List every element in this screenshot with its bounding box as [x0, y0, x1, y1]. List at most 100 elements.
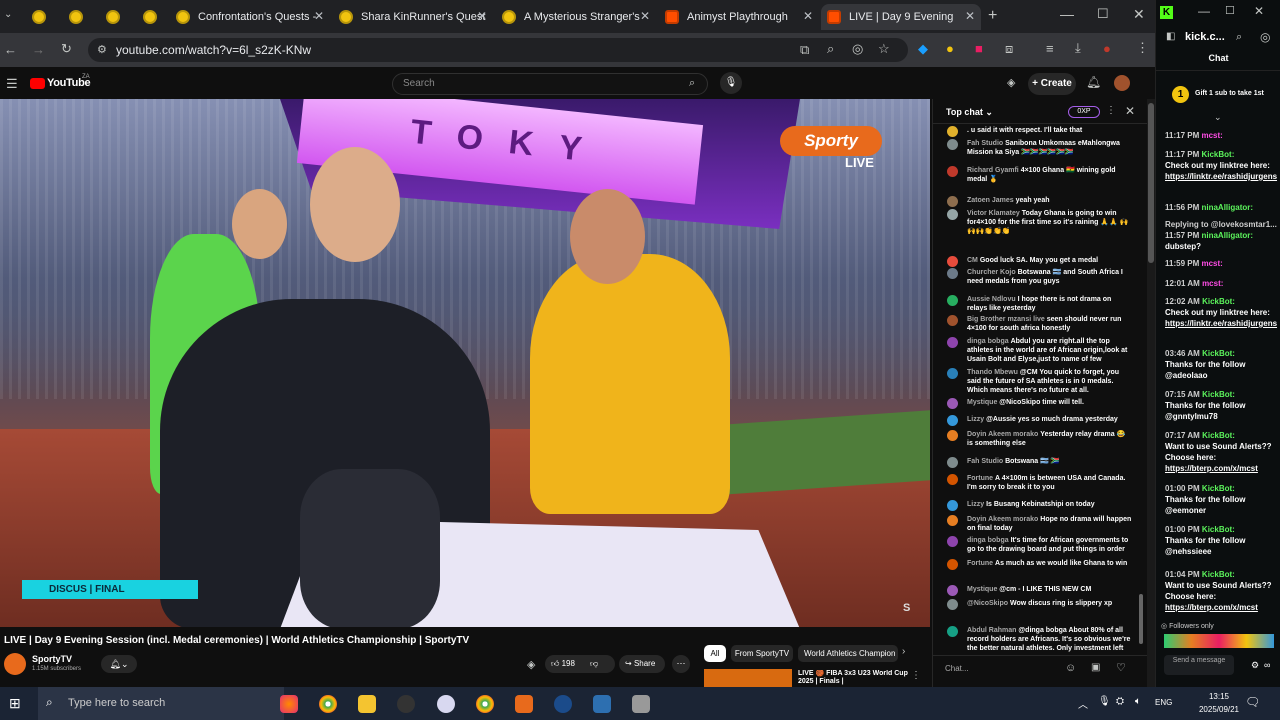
chat-author-name[interactable]: Doyin Akeem morako: [967, 431, 1038, 438]
tab-mysterious-stranger[interactable]: A Mysterious Stranger's ✕: [496, 4, 656, 30]
new-tab-icon[interactable]: +: [988, 7, 997, 25]
chat-author-name[interactable]: Fah Studio: [967, 458, 1003, 465]
zoom-icon[interactable]: ⌕: [1236, 31, 1242, 44]
eye-off-icon[interactable]: ◎: [1260, 30, 1270, 44]
filter-chip-sportytv[interactable]: From SportyTV: [731, 645, 793, 662]
video-player[interactable]: TOKY Sporty LIVE DISCUS | FINAL S: [0, 99, 930, 627]
maximize-icon[interactable]: ☐: [1225, 4, 1235, 17]
filter-chip-world-athletics[interactable]: World Athletics Champion: [798, 645, 898, 662]
file-explorer-icon[interactable]: [358, 695, 376, 713]
site-info-icon[interactable]: ⚙: [97, 38, 107, 62]
emote-bar[interactable]: [1164, 634, 1274, 648]
bookmark-star-icon[interactable]: ☆: [878, 41, 890, 57]
close-tab-icon[interactable]: ✕: [803, 9, 813, 23]
suggested-thumbnail[interactable]: [704, 669, 792, 687]
close-tab-icon[interactable]: ✕: [965, 9, 975, 23]
chat-author-avatar[interactable]: [947, 559, 958, 570]
hamburger-menu-icon[interactable]: ☰: [6, 76, 18, 92]
suggested-more-icon[interactable]: ⋮: [911, 670, 921, 681]
tab-confrontation-quests[interactable]: Confrontation's Quests - ✕: [170, 4, 330, 30]
chat-author-name[interactable]: Richard Gyamfi: [967, 167, 1019, 174]
chat-author-avatar[interactable]: [947, 268, 958, 279]
chat-author-avatar[interactable]: [947, 337, 958, 348]
chat-author-avatar[interactable]: [947, 315, 958, 326]
tabs-icon[interactable]: ◧: [1166, 31, 1175, 42]
app-icon[interactable]: [632, 695, 650, 713]
tab-3[interactable]: [100, 4, 136, 30]
super-chat-icon[interactable]: ▣: [1091, 662, 1100, 673]
youtube-logo-icon[interactable]: [30, 78, 45, 89]
suggested-video-title[interactable]: LIVE 🏀 FIBA 3x3 U23 World Cup 2025 | Fin…: [798, 670, 908, 686]
kick-username[interactable]: KickBot:: [1201, 150, 1234, 159]
kick-username[interactable]: ninaAlligator:: [1201, 203, 1253, 212]
kick-url[interactable]: kick.c...: [1185, 31, 1225, 43]
tag-icon[interactable]: ◈: [1007, 76, 1015, 89]
chat-author-avatar[interactable]: [947, 196, 958, 207]
kick-username[interactable]: ninaAlligator:: [1201, 231, 1253, 240]
close-tab-icon[interactable]: ✕: [477, 9, 487, 23]
app-icon[interactable]: [437, 695, 455, 713]
tab-1[interactable]: [26, 4, 62, 30]
chat-author-name[interactable]: Fortune: [967, 560, 993, 567]
profile-icon[interactable]: ●: [1103, 41, 1111, 56]
avatar[interactable]: [1114, 75, 1130, 91]
chat-author-name[interactable]: Churcher Kojo: [967, 269, 1016, 276]
kick-username[interactable]: KickBot:: [1202, 349, 1235, 358]
windows-start-icon[interactable]: ⊞: [9, 695, 21, 712]
chat-author-avatar[interactable]: [947, 209, 958, 220]
chat-author-avatar[interactable]: [947, 515, 958, 526]
close-window-icon[interactable]: ✕: [1133, 6, 1145, 23]
chat-author-name[interactable]: Fah Studio: [967, 140, 1003, 147]
chat-author-name[interactable]: Big Brother mzansi live: [967, 316, 1045, 323]
chrome-icon[interactable]: [476, 695, 494, 713]
chat-author-name[interactable]: dinga bobga: [967, 338, 1009, 345]
chrome-icon[interactable]: [319, 695, 337, 713]
chat-author-avatar[interactable]: [947, 585, 958, 596]
chat-author-avatar[interactable]: [947, 139, 958, 150]
app-icon[interactable]: [515, 695, 533, 713]
kick-username[interactable]: KickBot:: [1202, 390, 1235, 399]
extension-icon[interactable]: ■: [975, 41, 983, 56]
chat-author-name[interactable]: Lizzy: [967, 501, 984, 508]
kick-username[interactable]: KickBot:: [1202, 484, 1235, 493]
zoom-icon[interactable]: ⌕: [827, 41, 834, 57]
chat-author-avatar[interactable]: [947, 430, 958, 441]
copilot-icon[interactable]: [280, 695, 298, 713]
chat-author-name[interactable]: dinga bobga: [967, 537, 1009, 544]
chat-author-avatar[interactable]: [947, 474, 958, 485]
chat-author-avatar[interactable]: [947, 126, 958, 137]
chat-author-name[interactable]: @NicoSkipo: [967, 600, 1008, 607]
search-input[interactable]: Search: [392, 73, 708, 95]
chat-author-name[interactable]: Lizzy: [967, 416, 984, 423]
page-scrollbar-thumb[interactable]: [1148, 103, 1154, 263]
kick-message-link[interactable]: https://linktr.ee/rashidjurgens: [1165, 319, 1277, 328]
extension-icon[interactable]: ●: [946, 41, 954, 56]
kick-username[interactable]: mcst:: [1201, 131, 1222, 140]
chat-author-avatar[interactable]: [947, 368, 958, 379]
tray-chevron-icon[interactable]: ︿: [1078, 696, 1088, 711]
gift-icon[interactable]: 1: [1172, 86, 1189, 103]
chat-author-name[interactable]: Mystique: [967, 586, 997, 593]
create-button[interactable]: + Create: [1028, 73, 1076, 95]
chat-author-name[interactable]: Thando Mbewu: [967, 369, 1018, 376]
chat-author-avatar[interactable]: [947, 626, 958, 637]
chevron-right-icon[interactable]: ›: [902, 646, 905, 657]
chat-author-avatar[interactable]: [947, 295, 958, 306]
search-icon[interactable]: ⌕: [689, 77, 695, 90]
tab-live-day9[interactable]: LIVE | Day 9 Evening ✕: [821, 4, 981, 30]
chevron-down-icon[interactable]: ⌄: [1214, 112, 1222, 123]
notification-bell-button[interactable]: 🔔︎⌄: [101, 655, 137, 673]
chat-author-avatar[interactable]: [947, 398, 958, 409]
kick-send-message-input[interactable]: Send a message: [1164, 655, 1234, 675]
chat-author-name[interactable]: CM: [967, 257, 978, 264]
microphone-icon[interactable]: 🎙︎: [1098, 696, 1111, 707]
app-icon[interactable]: [397, 695, 415, 713]
minimize-icon[interactable]: —: [1060, 6, 1074, 22]
forward-icon[interactable]: →: [32, 42, 45, 57]
extension-icon[interactable]: ◆: [918, 41, 928, 57]
media-control-icon[interactable]: ≡: [1046, 41, 1054, 56]
chat-author-name[interactable]: Doyin Akeem morako: [967, 516, 1038, 523]
voice-search-icon[interactable]: 🎙: [720, 72, 742, 94]
kick-logo-icon[interactable]: K: [1160, 6, 1173, 19]
heart-icon[interactable]: ♡: [1116, 661, 1126, 674]
